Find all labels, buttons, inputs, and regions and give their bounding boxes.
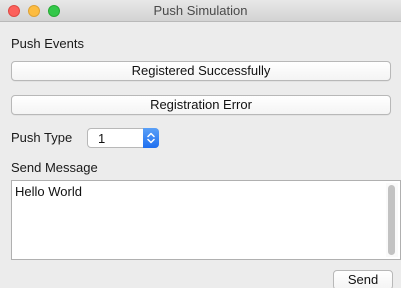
send-button[interactable]: Send (333, 270, 393, 288)
message-text[interactable]: Hello World (15, 184, 82, 199)
push-type-label: Push Type (11, 130, 73, 145)
window-title: Push Simulation (153, 3, 248, 18)
up-down-chevron-icon[interactable] (143, 128, 159, 148)
push-events-label: Push Events (11, 36, 84, 51)
scrollbar-thumb[interactable] (388, 185, 395, 255)
textarea-scrollbar[interactable] (386, 183, 398, 257)
push-type-select[interactable]: 1 (87, 128, 159, 148)
push-simulation-window: Push Simulation Push Events Registered S… (0, 0, 401, 288)
send-message-label: Send Message (11, 160, 98, 175)
push-type-selected-value: 1 (98, 131, 106, 146)
registered-successfully-button[interactable]: Registered Successfully (11, 61, 391, 81)
registration-error-button[interactable]: Registration Error (11, 95, 391, 115)
title-bar[interactable]: Push Simulation (0, 0, 401, 22)
message-textarea[interactable]: Hello World (11, 180, 401, 260)
